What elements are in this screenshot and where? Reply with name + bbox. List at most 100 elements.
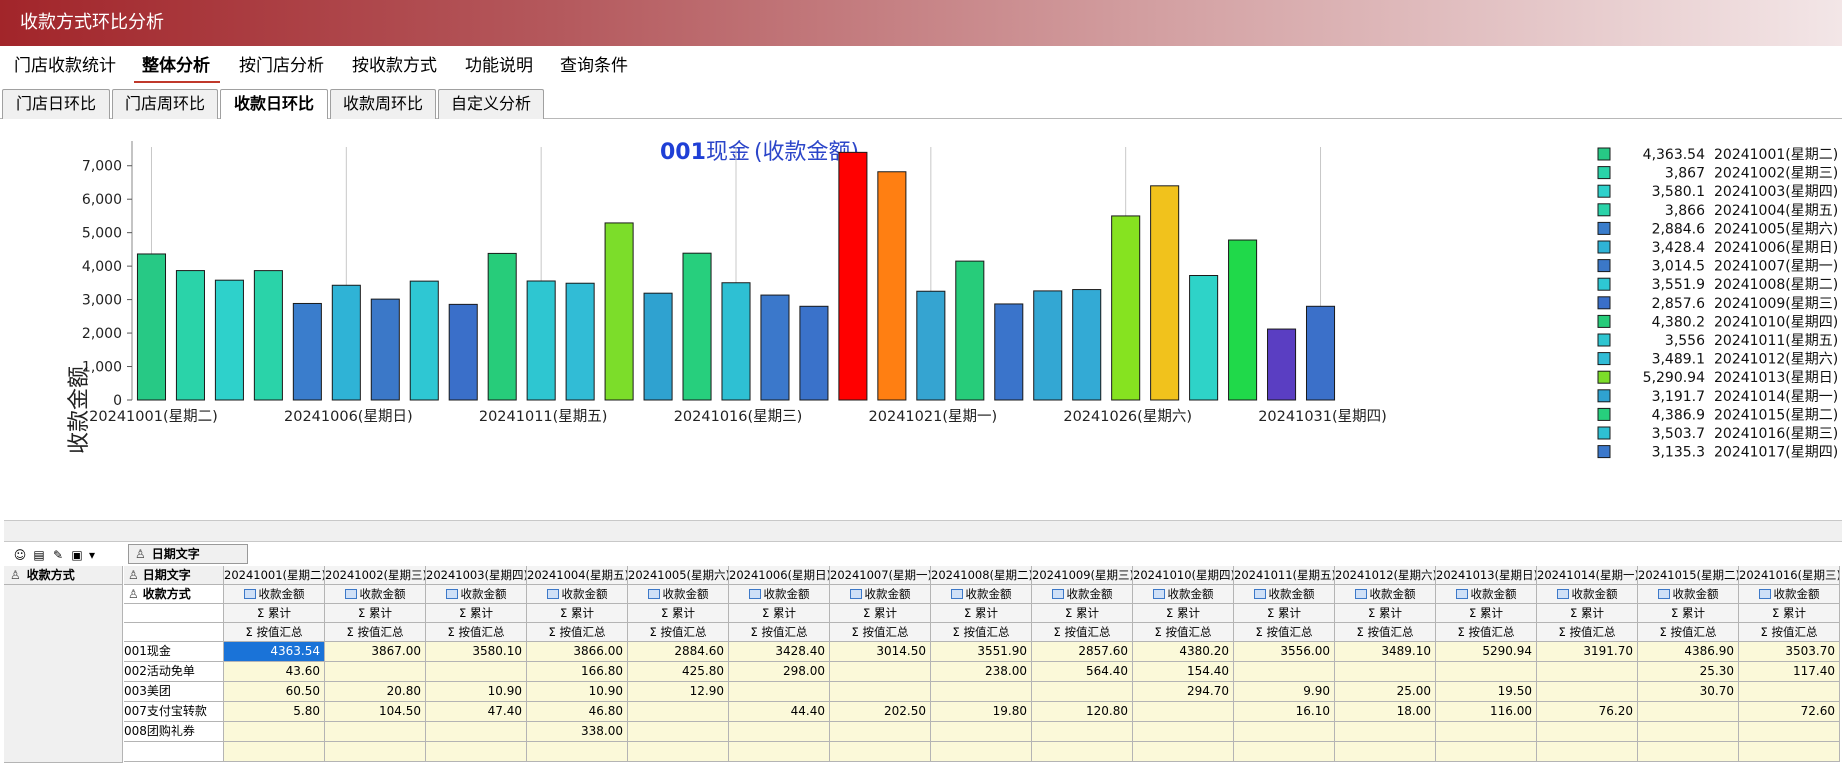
table-cell[interactable]: 3551.90 xyxy=(931,642,1032,662)
bar[interactable] xyxy=(799,305,829,401)
bar[interactable] xyxy=(604,222,634,401)
bar[interactable] xyxy=(448,303,478,401)
legend-label[interactable]: 20241004(星期五) xyxy=(1714,203,1838,219)
menu-item-by-payment-method[interactable]: 按收款方式 xyxy=(350,54,439,78)
table-cell[interactable]: 19.80 xyxy=(931,702,1032,722)
column-header-date[interactable]: 20241010(星期四) xyxy=(1133,566,1234,585)
column-header-date[interactable]: 20241009(星期三) xyxy=(1032,566,1133,585)
bar[interactable] xyxy=(838,151,868,401)
bar[interactable] xyxy=(1150,185,1180,401)
splitter-bar[interactable] xyxy=(4,520,1842,542)
table-cell[interactable]: 4386.90 xyxy=(1638,642,1739,662)
legend-label[interactable]: 20241009(星期三) xyxy=(1714,296,1838,312)
table-cell[interactable] xyxy=(931,722,1032,742)
table-cell[interactable]: 104.50 xyxy=(325,702,426,722)
legend-label[interactable]: 20241003(星期四) xyxy=(1714,184,1838,200)
table-cell[interactable] xyxy=(1537,722,1638,742)
column-header-date[interactable]: 20241004(星期五) xyxy=(527,566,628,585)
table-cell[interactable]: 10.90 xyxy=(527,682,628,702)
legend-label[interactable]: 20241011(星期五) xyxy=(1714,333,1838,349)
table-cell[interactable] xyxy=(1032,742,1133,762)
table-cell[interactable]: 9.90 xyxy=(1234,682,1335,702)
table-cell[interactable] xyxy=(1133,742,1234,762)
table-cell[interactable] xyxy=(1537,742,1638,762)
column-header-date[interactable]: 20241011(星期五) xyxy=(1234,566,1335,585)
table-cell[interactable] xyxy=(1638,702,1739,722)
table-cell[interactable] xyxy=(1335,742,1436,762)
table-cell[interactable] xyxy=(1537,682,1638,702)
legend-label[interactable]: 20241007(星期一) xyxy=(1714,259,1838,275)
export-icon[interactable]: ▣ xyxy=(69,547,85,563)
row-header-payment-method[interactable]: 007支付宝转款 xyxy=(124,702,224,722)
legend-label[interactable]: 20241013(星期日) xyxy=(1714,370,1838,386)
bar[interactable] xyxy=(721,282,751,401)
row-header-payment-method[interactable] xyxy=(124,742,224,762)
table-cell[interactable] xyxy=(527,742,628,762)
table-cell[interactable]: 30.70 xyxy=(1638,682,1739,702)
column-header-date[interactable]: 20241007(星期一) xyxy=(830,566,931,585)
table-cell[interactable] xyxy=(1638,742,1739,762)
table-cell[interactable]: 294.70 xyxy=(1133,682,1234,702)
tab-custom-analysis[interactable]: 自定义分析 xyxy=(438,89,544,119)
legend-label[interactable]: 20241017(星期四) xyxy=(1714,445,1838,461)
table-cell[interactable] xyxy=(1234,742,1335,762)
table-cell[interactable] xyxy=(1537,662,1638,682)
table-cell[interactable]: 12.90 xyxy=(628,682,729,702)
tab-payment-weekly[interactable]: 收款周环比 xyxy=(330,89,436,119)
tab-store-weekly[interactable]: 门店周环比 xyxy=(112,89,218,119)
table-cell[interactable]: 238.00 xyxy=(931,662,1032,682)
table-cell[interactable] xyxy=(1335,722,1436,742)
table-cell[interactable] xyxy=(325,722,426,742)
column-header-date[interactable]: 20241013(星期日) xyxy=(1436,566,1537,585)
settings-icon[interactable]: ✎ xyxy=(50,547,66,563)
table-cell[interactable]: 2884.60 xyxy=(628,642,729,662)
table-cell[interactable] xyxy=(426,722,527,742)
table-cell[interactable] xyxy=(628,702,729,722)
table-cell[interactable] xyxy=(1133,702,1234,722)
table-cell[interactable]: 3580.10 xyxy=(426,642,527,662)
table-cell[interactable] xyxy=(830,722,931,742)
bar[interactable] xyxy=(1033,290,1063,401)
table-cell[interactable]: 25.30 xyxy=(1638,662,1739,682)
menu-item-overall-analysis[interactable]: 整体分析 xyxy=(140,54,212,78)
table-cell[interactable] xyxy=(426,742,527,762)
bar[interactable] xyxy=(682,252,712,401)
table-cell[interactable]: 46.80 xyxy=(527,702,628,722)
table-cell[interactable]: 564.40 xyxy=(1032,662,1133,682)
table-cell[interactable] xyxy=(1335,662,1436,682)
bar[interactable] xyxy=(955,260,985,401)
tab-store-daily[interactable]: 门店日环比 xyxy=(2,89,110,119)
legend-label[interactable]: 20241002(星期三) xyxy=(1714,166,1838,182)
bar[interactable] xyxy=(1111,215,1141,401)
bar[interactable] xyxy=(916,290,946,401)
table-cell[interactable] xyxy=(1436,722,1537,742)
table-cell[interactable] xyxy=(931,742,1032,762)
bar[interactable] xyxy=(760,294,790,401)
legend-label[interactable]: 20241005(星期六) xyxy=(1714,221,1838,237)
table-cell[interactable]: 425.80 xyxy=(628,662,729,682)
table-cell[interactable]: 3867.00 xyxy=(325,642,426,662)
table-cell[interactable]: 166.80 xyxy=(527,662,628,682)
tab-payment-daily[interactable]: 收款日环比 xyxy=(220,89,328,120)
table-cell[interactable] xyxy=(1436,742,1537,762)
bar[interactable] xyxy=(370,298,400,401)
table-cell[interactable] xyxy=(1739,722,1840,742)
table-cell[interactable] xyxy=(729,722,830,742)
menu-item-query-conditions[interactable]: 查询条件 xyxy=(558,54,630,78)
column-header-date[interactable]: 20241006(星期日) xyxy=(729,566,830,585)
legend-label[interactable]: 20241001(星期二) xyxy=(1714,147,1838,163)
table-cell[interactable]: 76.20 xyxy=(1537,702,1638,722)
table-cell[interactable]: 60.50 xyxy=(224,682,325,702)
table-cell[interactable]: 16.10 xyxy=(1234,702,1335,722)
table-cell[interactable]: 116.00 xyxy=(1436,702,1537,722)
bar[interactable] xyxy=(877,171,907,401)
table-icon[interactable]: ▤ xyxy=(31,547,47,563)
bar[interactable] xyxy=(487,252,517,401)
table-cell[interactable] xyxy=(1234,722,1335,742)
table-cell[interactable] xyxy=(830,682,931,702)
menu-item-store-stats[interactable]: 门店收款统计 xyxy=(12,54,118,78)
table-cell[interactable]: 72.60 xyxy=(1739,702,1840,722)
table-cell[interactable]: 2857.60 xyxy=(1032,642,1133,662)
table-cell[interactable] xyxy=(830,742,931,762)
table-cell[interactable] xyxy=(325,742,426,762)
